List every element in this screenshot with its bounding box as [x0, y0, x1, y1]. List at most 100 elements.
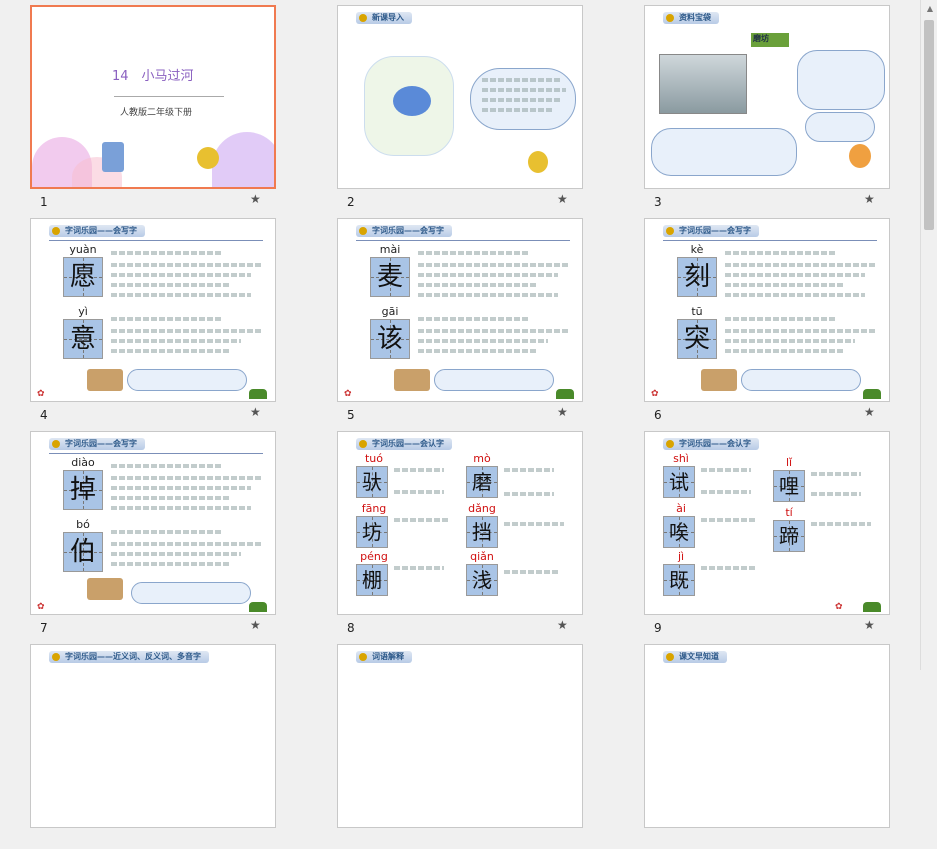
star-icon[interactable]: ★	[250, 192, 261, 206]
notes-text	[725, 317, 835, 321]
notes-text	[111, 273, 251, 277]
slide-thumbnail-7[interactable]: 字词乐园——会写字 diào 掉 bó 伯 ✿ 7 ★	[0, 426, 307, 636]
slide-11-canvas[interactable]: 词语解释	[337, 644, 583, 828]
notes-text	[111, 530, 221, 534]
star-icon[interactable]: ★	[864, 192, 875, 206]
notes-text	[418, 349, 538, 353]
slide-6-canvas[interactable]: 字词乐园——会写字 kè 刻 tū 突 ✿	[644, 218, 890, 402]
pinyin: tuó	[364, 452, 383, 465]
character-box: 掉	[63, 470, 103, 510]
slide-7-canvas[interactable]: 字词乐园——会写字 diào 掉 bó 伯 ✿	[30, 431, 276, 615]
slide-5-canvas[interactable]: 字词乐园——会写字 mài 麦 gāi 该 ✿	[337, 218, 583, 402]
slide-thumbnail-5[interactable]: 字词乐园——会写字 mài 麦 gāi 该 ✿ 5 ★	[307, 213, 614, 423]
pinyin: kè	[690, 243, 704, 256]
tip-cloud	[741, 369, 861, 391]
book-character-icon	[102, 142, 124, 172]
notes-text	[725, 293, 865, 297]
slide-1-canvas[interactable]: 14 小马过河 人教版二年级下册	[30, 5, 276, 189]
slide-number: 2	[347, 195, 355, 209]
notes-text	[111, 542, 261, 546]
notes-text	[701, 468, 751, 472]
slide-thumbnail-10[interactable]: 字词乐园——近义词、反义词、多音字	[0, 639, 307, 849]
tip-signboard	[701, 369, 737, 391]
notes-text	[725, 251, 835, 255]
character-box: 试	[663, 466, 695, 498]
cloud-text	[482, 98, 562, 102]
tip-cloud	[127, 369, 247, 391]
flower-icon: ✿	[835, 602, 843, 612]
slide-7-heading: 字词乐园——会写字	[49, 438, 145, 450]
star-icon[interactable]: ★	[250, 618, 261, 632]
slide-2-canvas[interactable]: 新课导入	[337, 5, 583, 189]
pinyin: yuàn	[69, 243, 97, 256]
character-box: 磨	[466, 466, 498, 498]
notes-text	[725, 349, 845, 353]
slide-4-canvas[interactable]: 字词乐园——会写字 yuàn 愿 yì 意 ✿	[30, 218, 276, 402]
notes-text	[504, 468, 554, 472]
slide-thumbnail-3[interactable]: 资料宝袋 磨坊 3 ★	[614, 0, 921, 210]
slide-thumbnail-2[interactable]: 新课导入 2 ★	[307, 0, 614, 210]
slide-thumbnail-9[interactable]: 字词乐园——会认字 shì 试 lǐ 哩 ài 唉 tí 蹄 jì 既 ✿ 9 …	[614, 426, 921, 636]
cloud-text	[482, 108, 552, 112]
scroll-up-icon[interactable]: ▲	[927, 4, 933, 13]
tip-cloud	[434, 369, 554, 391]
slide-thumbnail-12[interactable]: 课文早知道	[614, 639, 921, 849]
notes-text	[111, 263, 261, 267]
slide-1-subtitle: 人教版二年级下册	[120, 108, 193, 118]
notes-text	[811, 522, 871, 526]
slide-thumbnail-11[interactable]: 词语解释	[307, 639, 614, 849]
slide-thumbnail-1[interactable]: 14 小马过河 人教版二年级下册 1 ★	[0, 0, 307, 210]
pinyin: qiǎn	[470, 550, 494, 563]
notes-text	[725, 329, 875, 333]
notes-text	[394, 566, 444, 570]
pinyin: tū	[691, 305, 703, 318]
notes-text	[418, 263, 568, 267]
character-box: 浅	[466, 564, 498, 596]
character-box: 该	[370, 319, 410, 359]
star-icon[interactable]: ★	[557, 405, 568, 419]
slide-9-canvas[interactable]: 字词乐园——会认字 shì 试 lǐ 哩 ài 唉 tí 蹄 jì 既 ✿	[644, 431, 890, 615]
notes-text	[504, 522, 564, 526]
pinyin: bó	[76, 518, 90, 531]
slide-10-canvas[interactable]: 字词乐园——近义词、反义词、多音字	[30, 644, 276, 828]
slide-thumbnail-4[interactable]: 字词乐园——会写字 yuàn 愿 yì 意 ✿ 4 ★	[0, 213, 307, 423]
slide-number: 9	[654, 621, 662, 635]
slide-1-title: 14 小马过河	[112, 69, 194, 84]
horse-bag	[393, 86, 431, 116]
notes-text	[701, 566, 756, 570]
cloud-text	[482, 88, 566, 92]
slide-2-heading: 新课导入	[356, 12, 412, 24]
flower-icon: ✿	[37, 602, 45, 612]
slide-3-canvas[interactable]: 资料宝袋 磨坊	[644, 5, 890, 189]
grass-icon	[249, 389, 267, 399]
star-icon[interactable]: ★	[557, 618, 568, 632]
cartoon-character-icon	[197, 147, 219, 169]
character-box: 唉	[663, 516, 695, 548]
info-cloud	[651, 128, 797, 176]
star-icon[interactable]: ★	[250, 405, 261, 419]
slide-number: 5	[347, 408, 355, 422]
star-icon[interactable]: ★	[864, 405, 875, 419]
notes-text	[111, 552, 241, 556]
slide-4-heading: 字词乐园——会写字	[49, 225, 145, 237]
cloud-text	[482, 78, 562, 82]
notes-text	[725, 339, 855, 343]
slide-12-heading: 课文早知道	[663, 651, 727, 663]
scrollbar-thumb[interactable]	[924, 20, 934, 230]
star-icon[interactable]: ★	[864, 618, 875, 632]
slide-thumbnail-8[interactable]: 字词乐园——会认字 tuó 驮 mò 磨 fāng 坊 dǎng 挡 péng …	[307, 426, 614, 636]
notes-text	[394, 468, 444, 472]
notes-text	[111, 496, 231, 500]
notes-text	[111, 293, 251, 297]
pinyin: tí	[785, 506, 793, 519]
slide-12-canvas[interactable]: 课文早知道	[644, 644, 890, 828]
heading-rule	[49, 240, 263, 241]
character-box: 既	[663, 564, 695, 596]
slide-thumbnail-6[interactable]: 字词乐园——会写字 kè 刻 tū 突 ✿ 6 ★	[614, 213, 921, 423]
vertical-scrollbar[interactable]: ▲	[920, 0, 937, 670]
character-box: 挡	[466, 516, 498, 548]
tip-cloud	[131, 582, 251, 604]
notes-text	[418, 317, 528, 321]
star-icon[interactable]: ★	[557, 192, 568, 206]
slide-8-canvas[interactable]: 字词乐园——会认字 tuó 驮 mò 磨 fāng 坊 dǎng 挡 péng …	[337, 431, 583, 615]
